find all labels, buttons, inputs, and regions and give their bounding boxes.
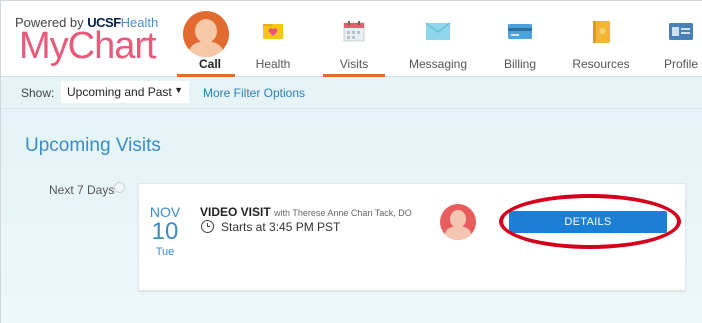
mychart-wordmark: MyChart — [19, 25, 157, 67]
nav-resources[interactable]: Resources — [571, 1, 631, 77]
nav-health-label: Health — [255, 57, 291, 71]
envelope-icon — [425, 22, 451, 40]
mychart-window: Powered by UCSFHealth MyChart Call Healt… — [0, 0, 702, 323]
credit-card-icon — [508, 24, 532, 39]
visit-type: VIDEO VISIT with Therese Anne Chan Tack,… — [200, 205, 412, 219]
nav-profile[interactable]: Profile — [659, 1, 702, 77]
id-card-icon — [669, 23, 693, 40]
visit-day: 10 — [151, 218, 179, 245]
show-filter-value: Upcoming and Past — [67, 85, 172, 99]
visit-start-time: Starts at 3:45 PM PST — [221, 220, 341, 234]
show-filter-select[interactable]: Upcoming and Past ▼ — [61, 81, 189, 103]
visit-weekday: Tue — [155, 246, 175, 258]
provider-name: Therese Anne Chan Tack, DO — [292, 208, 412, 218]
nav-health[interactable]: Health — [243, 1, 303, 77]
filter-bar: Show: Upcoming and Past ▼ More Filter Op… — [1, 77, 702, 109]
visit-date: NOV 10 Tue — [139, 204, 191, 258]
nav-billing[interactable]: Billing — [495, 1, 545, 77]
section-title: Upcoming Visits — [25, 135, 161, 156]
mychart-logo[interactable]: Powered by UCSFHealth MyChart — [15, 15, 165, 67]
call-avatar-icon — [183, 11, 229, 57]
nav-billing-label: Billing — [503, 57, 536, 71]
nav-profile-label: Profile — [663, 57, 698, 71]
show-label: Show: — [21, 86, 55, 100]
provider-avatar — [440, 204, 476, 240]
nav-call[interactable]: Call — [177, 1, 235, 77]
top-header: Powered by UCSFHealth MyChart Call Healt… — [1, 1, 702, 77]
nav-visits-label: Visits — [339, 57, 369, 71]
calendar-icon — [343, 21, 365, 42]
visit-type-label: VIDEO VISIT — [200, 205, 271, 219]
clock-icon — [201, 220, 214, 233]
nav-resources-label: Resources — [572, 57, 630, 71]
timeline-dot — [114, 182, 125, 193]
more-filter-options-link[interactable]: More Filter Options — [203, 86, 305, 100]
nav-messaging[interactable]: Messaging — [403, 1, 473, 77]
dropdown-caret-icon: ▼ — [174, 85, 183, 95]
heart-folder-icon — [263, 24, 283, 39]
nav-visits[interactable]: Visits — [323, 1, 385, 77]
range-label: Next 7 Days — [49, 183, 115, 197]
visit-with: with Therese Anne Chan Tack, DO — [274, 208, 412, 218]
visits-main: Upcoming Visits Next 7 Days NOV 10 Tue V… — [1, 109, 702, 323]
book-icon — [593, 21, 610, 43]
details-button[interactable]: DETAILS — [509, 211, 667, 233]
nav-messaging-label: Messaging — [408, 57, 468, 71]
visit-card[interactable]: NOV 10 Tue VIDEO VISIT with Therese Anne… — [138, 183, 686, 291]
nav-call-label: Call — [198, 57, 221, 71]
